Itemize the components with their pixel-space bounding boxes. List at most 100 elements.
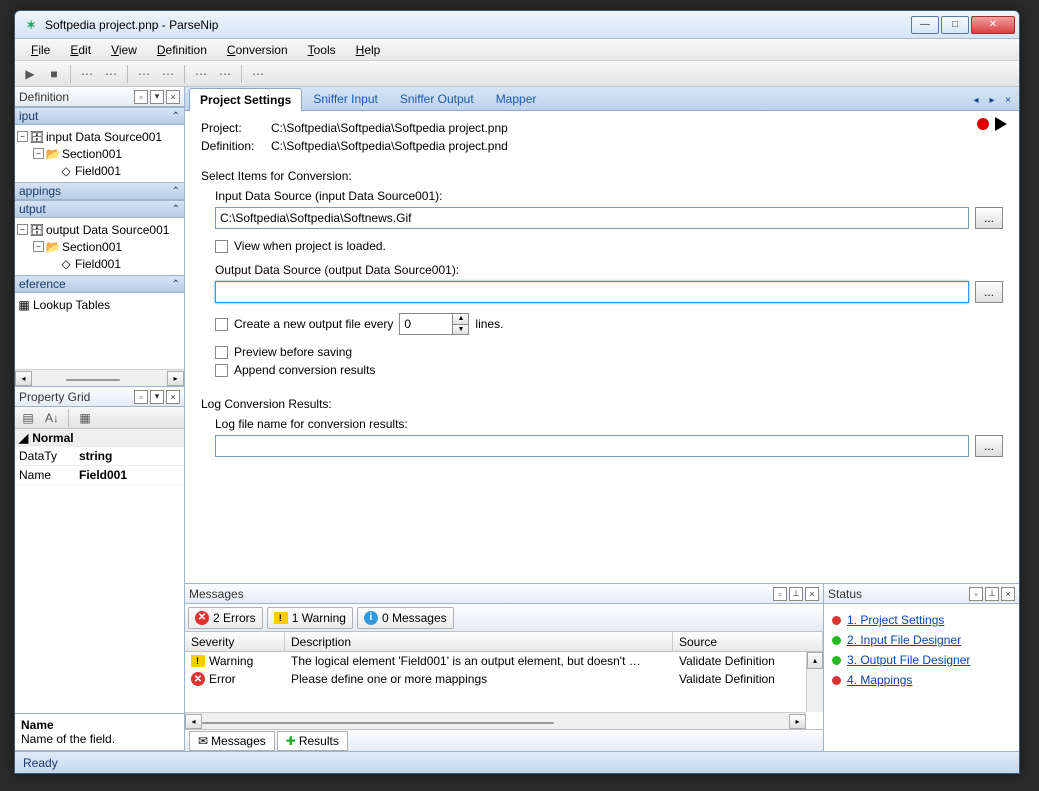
definition-label: Definition:: [201, 139, 271, 153]
messages-hscroll[interactable]: ◂▸: [185, 712, 806, 729]
tool-2[interactable]: ⋯: [100, 63, 122, 85]
create-every-checkbox[interactable]: [215, 318, 228, 331]
results-tab[interactable]: ✚Results: [277, 731, 348, 751]
status-link[interactable]: 4. Mappings: [847, 673, 912, 687]
menu-definition[interactable]: Definition: [149, 41, 215, 59]
tool-3[interactable]: ⋯: [133, 63, 155, 85]
log-browse-button[interactable]: ...: [975, 435, 1003, 457]
minimize-button[interactable]: —: [911, 16, 939, 34]
pane-dock-icon[interactable]: ▫: [134, 390, 148, 404]
menu-conversion[interactable]: Conversion: [219, 41, 296, 59]
input-ds-label: Input Data Source (input Data Source001)…: [215, 189, 1003, 203]
close-button[interactable]: ✕: [971, 16, 1015, 34]
maximize-button[interactable]: □: [941, 16, 969, 34]
tab-project-settings[interactable]: Project Settings: [189, 88, 302, 111]
tree-input-section[interactable]: −📂Section001: [17, 145, 182, 162]
tab-next-icon[interactable]: ▸: [985, 93, 999, 107]
tree-input-field[interactable]: ◇Field001: [17, 162, 182, 179]
errors-filter-button[interactable]: ✕2 Errors: [188, 607, 263, 629]
pane-pin-icon[interactable]: ⊥: [789, 587, 803, 601]
pane-pin-icon[interactable]: ⊥: [985, 587, 999, 601]
messages-tab[interactable]: ✉Messages: [189, 731, 275, 751]
view-loaded-checkbox[interactable]: [215, 240, 228, 253]
log-label: Log file name for conversion results:: [215, 417, 1003, 431]
pane-pin-icon[interactable]: ▾: [150, 90, 164, 104]
output-ds-label: Output Data Source (output Data Source00…: [215, 263, 1003, 277]
messages-filter-button[interactable]: i0 Messages: [357, 607, 454, 629]
input-ds-browse-button[interactable]: ...: [975, 207, 1003, 229]
tree-lookup[interactable]: ▦Lookup Tables: [17, 296, 182, 313]
tree-output-field[interactable]: ◇Field001: [17, 255, 182, 272]
message-row[interactable]: ✕Error Please define one or more mapping…: [185, 670, 823, 688]
tab-sniffer-input[interactable]: Sniffer Input: [302, 87, 389, 110]
pane-close-icon[interactable]: ×: [805, 587, 819, 601]
col-description[interactable]: Description: [285, 632, 673, 651]
output-ds-field[interactable]: [215, 281, 969, 303]
menu-file[interactable]: File: [23, 41, 58, 59]
create-every-label: Create a new output file every: [234, 317, 393, 331]
input-ds-field[interactable]: [215, 207, 969, 229]
status-item[interactable]: 3. Output File Designer: [832, 650, 1011, 670]
tool-7[interactable]: ⋯: [247, 63, 269, 85]
run-icon[interactable]: [995, 117, 1007, 131]
tree-output-root[interactable]: −🗄output Data Source001: [17, 221, 182, 238]
messages-title: Messages: [189, 587, 244, 601]
pane-close-icon[interactable]: ×: [1001, 587, 1015, 601]
stop-button[interactable]: ■: [43, 63, 65, 85]
tab-close-icon[interactable]: ×: [1001, 93, 1015, 107]
pane-close-icon[interactable]: ×: [166, 90, 180, 104]
lines-spinner[interactable]: ▲▼: [399, 313, 469, 335]
definition-hscroll[interactable]: ◂▸: [15, 369, 184, 386]
status-link[interactable]: 3. Output File Designer: [847, 653, 970, 667]
pg-props-icon[interactable]: ▦: [74, 407, 96, 429]
pane-pin-icon[interactable]: ▾: [150, 390, 164, 404]
status-link[interactable]: 2. Input File Designer: [847, 633, 961, 647]
pane-close-icon[interactable]: ×: [166, 390, 180, 404]
pane-dock-icon[interactable]: ▫: [773, 587, 787, 601]
titlebar: ✶ Softpedia project.pnp - ParseNip — □ ✕: [15, 11, 1019, 39]
menu-help[interactable]: Help: [348, 41, 389, 59]
pane-dock-icon[interactable]: ▫: [969, 587, 983, 601]
tree-input-root[interactable]: −🗄input Data Source001: [17, 128, 182, 145]
status-item[interactable]: 2. Input File Designer: [832, 630, 1011, 650]
tool-4[interactable]: ⋯: [157, 63, 179, 85]
pg-row[interactable]: NameField001: [15, 466, 184, 485]
tab-sniffer-output[interactable]: Sniffer Output: [389, 87, 485, 110]
menu-edit[interactable]: Edit: [62, 41, 99, 59]
folder-icon: 📂: [46, 147, 60, 161]
col-severity[interactable]: Severity: [185, 632, 285, 651]
status-link[interactable]: 1. Project Settings: [847, 613, 944, 627]
col-source[interactable]: Source: [673, 632, 823, 651]
section-input[interactable]: iput⌃: [15, 107, 184, 125]
pg-row[interactable]: DataTystring: [15, 447, 184, 466]
message-row[interactable]: Warning The logical element 'Field001' i…: [185, 652, 823, 670]
window-title: Softpedia project.pnp - ParseNip: [43, 18, 911, 32]
tool-6[interactable]: ⋯: [214, 63, 236, 85]
preview-checkbox[interactable]: [215, 346, 228, 359]
editor-tabstrip: Project Settings Sniffer Input Sniffer O…: [185, 87, 1019, 111]
error-icon: ✕: [191, 672, 205, 686]
tool-5[interactable]: ⋯: [190, 63, 212, 85]
tab-mapper[interactable]: Mapper: [485, 87, 548, 110]
section-output[interactable]: utput⌃: [15, 200, 184, 218]
output-ds-browse-button[interactable]: ...: [975, 281, 1003, 303]
play-button[interactable]: ▶: [19, 63, 41, 85]
pane-dock-icon[interactable]: ▫: [134, 90, 148, 104]
section-mappings[interactable]: appings⌃: [15, 182, 184, 200]
warnings-filter-button[interactable]: 1 Warning: [267, 607, 353, 629]
pg-category[interactable]: ◢Normal: [15, 429, 184, 447]
record-icon[interactable]: [977, 118, 989, 130]
tree-output-section[interactable]: −📂Section001: [17, 238, 182, 255]
pg-az-icon[interactable]: A↓: [41, 407, 63, 429]
tab-prev-icon[interactable]: ◂: [969, 93, 983, 107]
tool-1[interactable]: ⋯: [76, 63, 98, 85]
status-item[interactable]: 4. Mappings: [832, 670, 1011, 690]
menu-tools[interactable]: Tools: [300, 41, 344, 59]
pg-categorized-icon[interactable]: ▤: [17, 407, 39, 429]
status-item[interactable]: 1. Project Settings: [832, 610, 1011, 630]
append-checkbox[interactable]: [215, 364, 228, 377]
messages-vscroll[interactable]: ▴: [806, 652, 823, 712]
menu-view[interactable]: View: [103, 41, 145, 59]
section-reference[interactable]: eference⌃: [15, 275, 184, 293]
log-file-field[interactable]: [215, 435, 969, 457]
